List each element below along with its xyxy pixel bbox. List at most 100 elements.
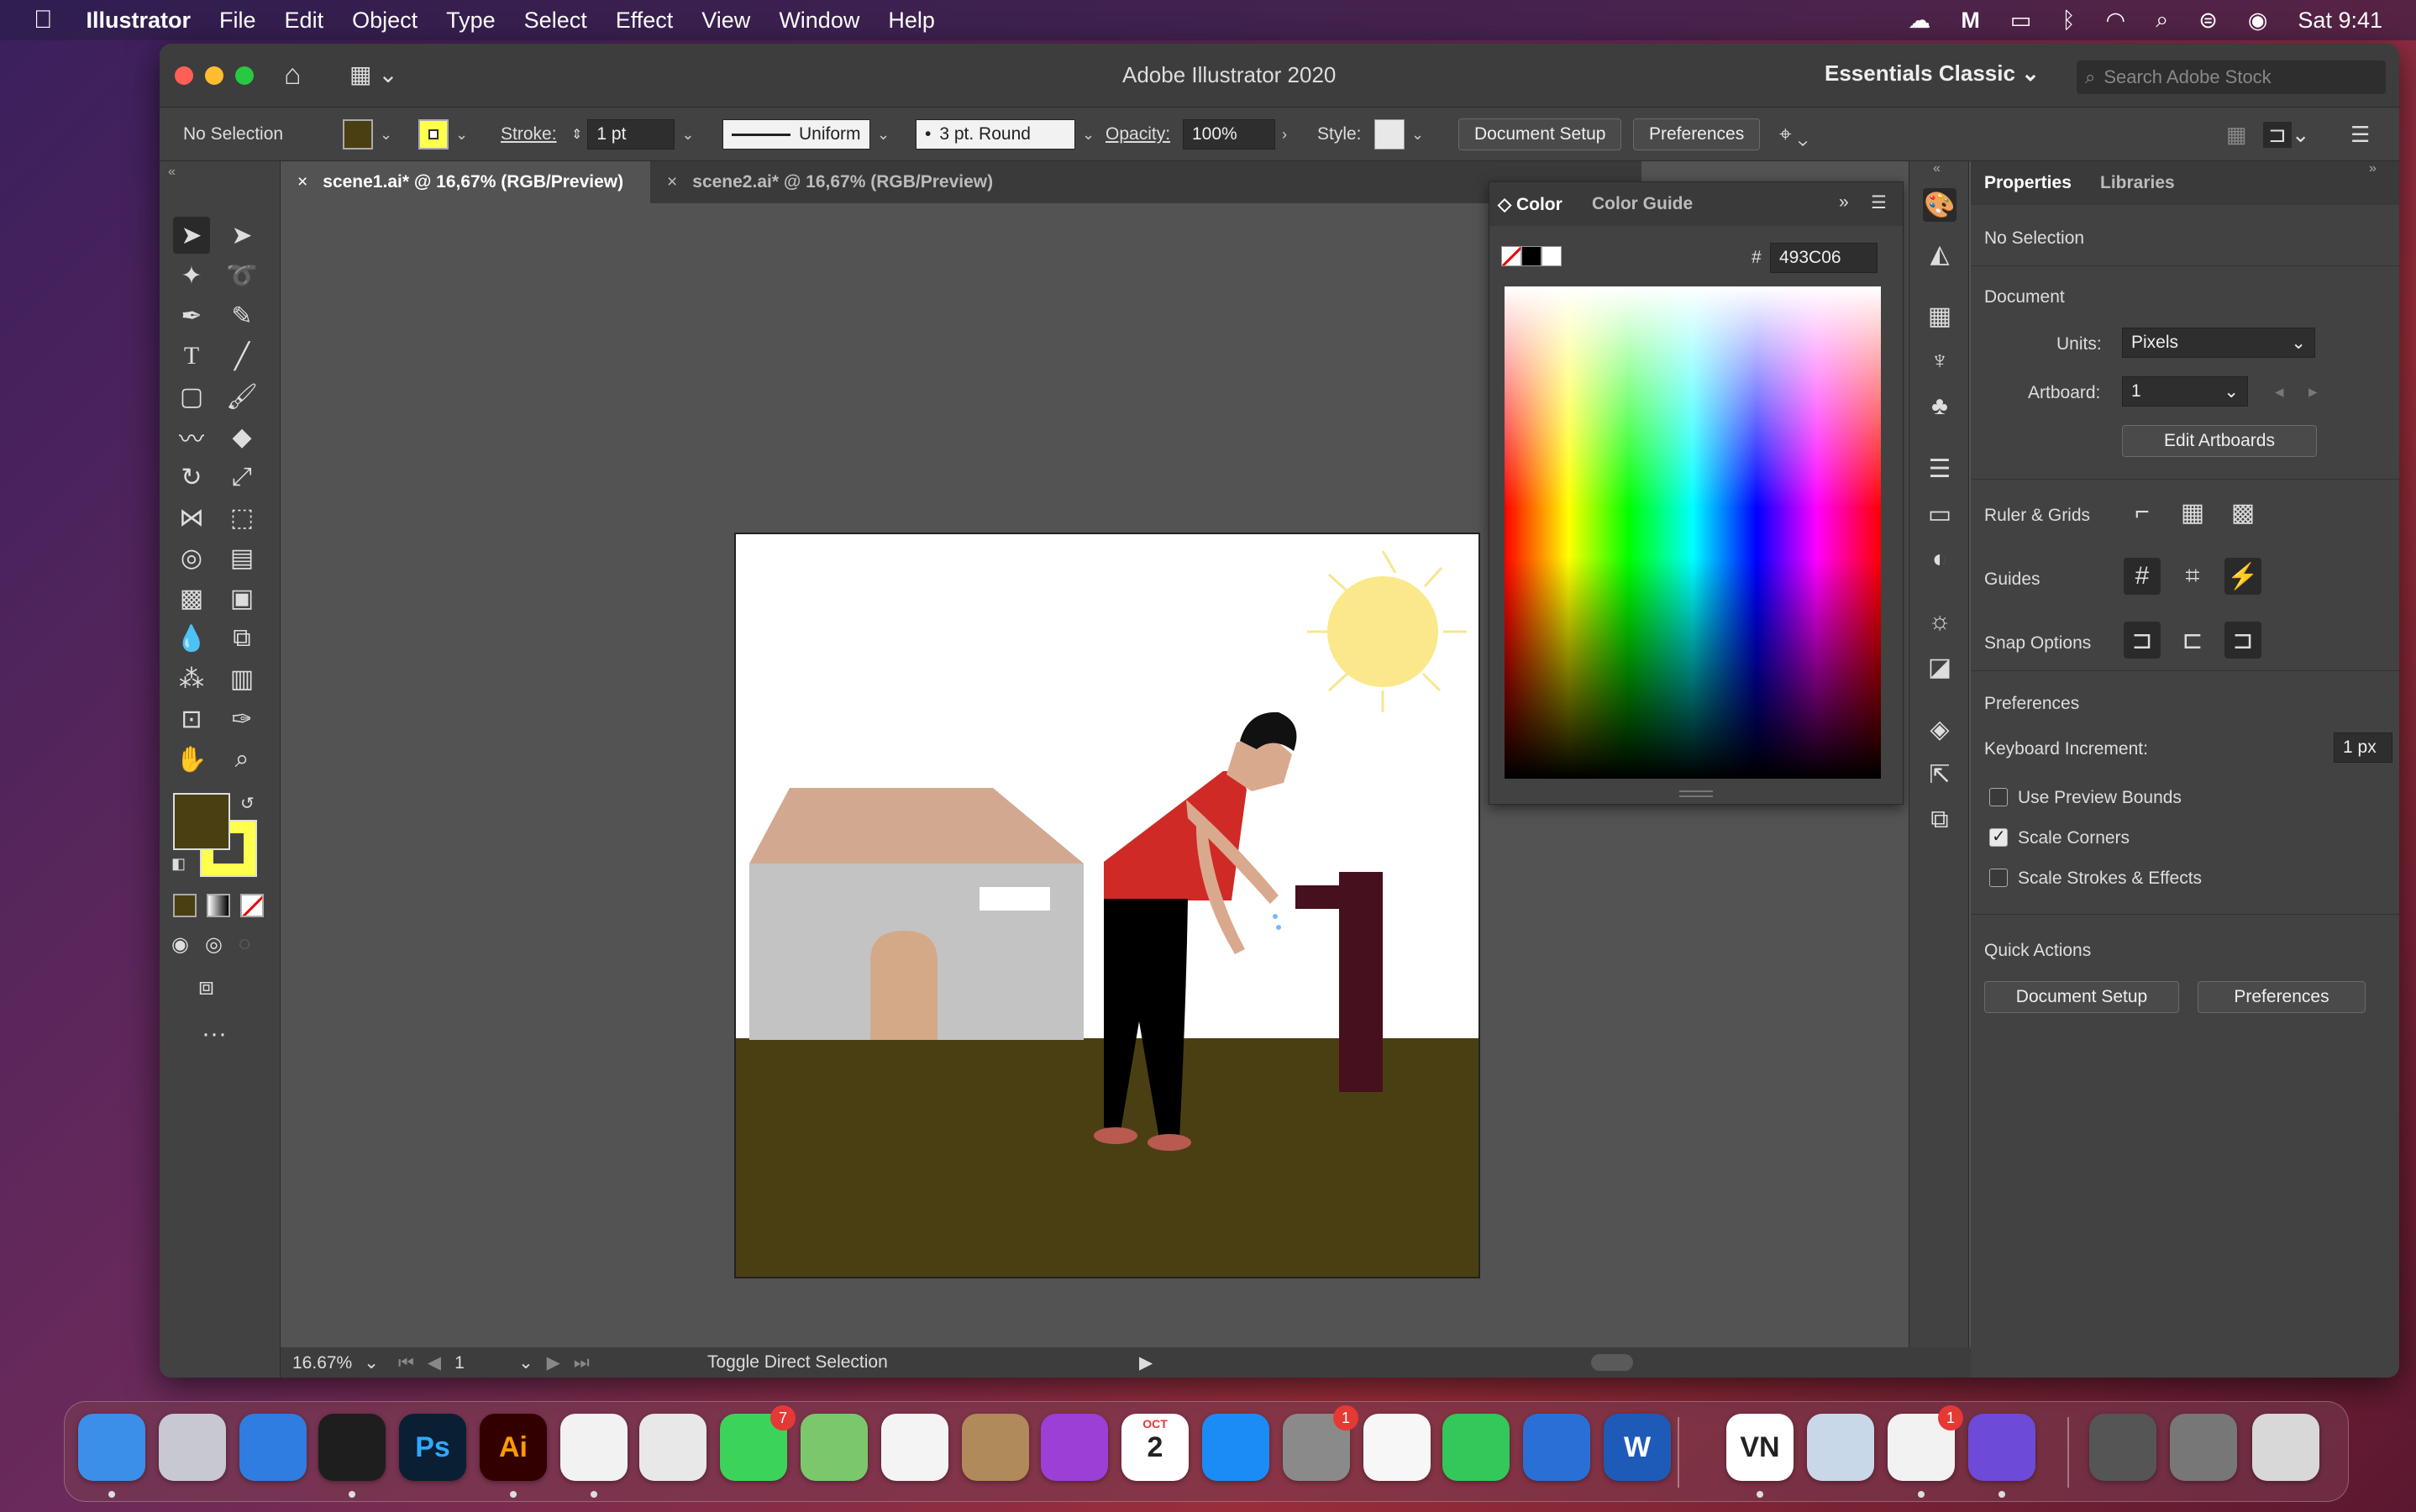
wifi-icon[interactable]: ◠ xyxy=(2106,8,2126,34)
chevron-down-icon[interactable]: ⌄ xyxy=(1082,126,1095,144)
gradient-tool-icon[interactable]: ▣ xyxy=(223,580,260,617)
chevron-down-icon[interactable]: ⌄ xyxy=(681,126,694,144)
close-window-button[interactable] xyxy=(175,66,193,85)
menu-type[interactable]: Type xyxy=(446,8,496,34)
previous-artboard-icon[interactable]: ◂ xyxy=(2275,381,2284,402)
zoom-value[interactable]: 16.67% xyxy=(292,1353,352,1373)
blender-app-icon[interactable] xyxy=(639,1414,706,1481)
apple-icon[interactable]:  xyxy=(34,6,53,34)
shape-builder-tool-icon[interactable]: ◎ xyxy=(173,539,210,576)
expand-panel-icon[interactable]: » xyxy=(2369,161,2377,176)
fill-swatch-control[interactable]: ⌄ xyxy=(343,118,399,151)
first-artboard-icon[interactable]: ⏮ xyxy=(398,1353,414,1373)
battery-icon[interactable]: ▭ xyxy=(2010,8,2032,34)
chrome-app-icon[interactable] xyxy=(560,1414,628,1481)
brush-definition[interactable]: • 3 pt. Round ⌄ xyxy=(916,118,1101,151)
preferences-button[interactable]: Preferences xyxy=(1633,118,1761,150)
zoom-tool-icon[interactable]: ⌕ xyxy=(223,741,260,778)
color-panel-icon[interactable]: 🎨 xyxy=(1923,188,1956,222)
line-segment-tool-icon[interactable]: ╱ xyxy=(223,338,260,375)
ruler-icon[interactable]: ⌐ xyxy=(2124,494,2161,531)
next-artboard-icon[interactable]: ▶ xyxy=(547,1352,560,1373)
color-guide-icon[interactable]: ◭ xyxy=(1923,237,1956,270)
previous-artboard-icon[interactable]: ◀ xyxy=(428,1352,441,1373)
illustrator-app-icon[interactable]: Ai xyxy=(480,1414,547,1481)
contacts-app-icon[interactable] xyxy=(962,1414,1029,1481)
stroke-weight-field[interactable]: ⇕ 1 pt ⌄ xyxy=(571,118,701,151)
zoom-level[interactable]: 16.67% ⌄ xyxy=(292,1352,379,1373)
menu-window[interactable]: Window xyxy=(779,8,859,34)
stroke-icon[interactable]: ☰ xyxy=(1923,452,1956,486)
none-swatch[interactable] xyxy=(1501,246,1521,266)
menu-select[interactable]: Select xyxy=(524,8,587,34)
stroke-swatch-control[interactable]: ⌄ xyxy=(418,118,475,151)
menu-effect[interactable]: Effect xyxy=(616,8,674,34)
collapse-icon[interactable]: « xyxy=(168,165,176,180)
magic-wand-tool-icon[interactable]: ✦ xyxy=(173,257,210,294)
units-select[interactable]: Pixels ⌄ xyxy=(2122,328,2315,358)
edit-artboards-button[interactable]: Edit Artboards xyxy=(2122,425,2317,457)
microsoft-office-app-icon[interactable]: 1 xyxy=(1888,1405,1963,1481)
tab-properties[interactable]: Properties xyxy=(1984,173,2072,193)
close-tab-icon[interactable]: × xyxy=(667,172,677,192)
close-tab-icon[interactable]: × xyxy=(297,172,307,192)
graphic-styles-icon[interactable]: ◪ xyxy=(1923,650,1956,684)
blend-tool-icon[interactable]: ⧉ xyxy=(223,620,260,657)
chevron-down-icon[interactable]: ⌄ xyxy=(518,1352,533,1373)
next-artboard-icon[interactable]: ▸ xyxy=(2308,381,2318,402)
trash-app-icon[interactable] xyxy=(2252,1414,2319,1481)
stroke-label[interactable]: Stroke: xyxy=(501,118,557,151)
menu-file[interactable]: File xyxy=(219,8,256,34)
chevron-down-icon[interactable]: ⌄ xyxy=(364,1352,379,1373)
photos-app-icon[interactable] xyxy=(881,1414,948,1481)
export-icon[interactable]: ⇱ xyxy=(1923,758,1956,791)
use-preview-bounds-checkbox[interactable] xyxy=(1989,788,2008,806)
calendar-app-icon[interactable]: OCT 2 xyxy=(1121,1414,1189,1481)
quicktime-app-icon[interactable] xyxy=(1523,1414,1590,1481)
minimize-window-button[interactable] xyxy=(205,66,223,85)
opacity-input[interactable]: 100% xyxy=(1183,119,1275,150)
chevron-right-icon[interactable]: › xyxy=(1282,126,1287,144)
opacity-field[interactable]: 100% › xyxy=(1183,118,1294,151)
symbols-icon[interactable]: ♣ xyxy=(1923,390,1956,423)
adobe-stock-search[interactable]: ⌕ Search Adobe Stock xyxy=(2077,60,2386,94)
menu-object[interactable]: Object xyxy=(352,8,418,34)
draw-normal-icon[interactable]: ◉ xyxy=(171,932,189,957)
collapse-panel-icon[interactable]: » xyxy=(1839,192,1849,213)
artboard-navigation[interactable]: ⏮ ◀ 1 ⌄ ▶ ⏭ xyxy=(398,1352,590,1373)
document-setup-button[interactable]: Document Setup xyxy=(1458,118,1622,150)
vn-app-icon[interactable]: VN xyxy=(1726,1414,1794,1481)
quick-document-setup-button[interactable]: Document Setup xyxy=(1984,981,2179,1013)
horizontal-scrollbar[interactable] xyxy=(1171,1354,2045,1371)
perspective-grid-tool-icon[interactable]: ▤ xyxy=(223,539,260,576)
fill-color-box[interactable] xyxy=(173,793,230,850)
workspace-switcher[interactable]: Essentials Classic ⌄ xyxy=(1825,60,2040,87)
launchpad-app-icon[interactable] xyxy=(159,1414,226,1481)
chevron-down-icon[interactable]: ⌄ xyxy=(1411,126,1424,144)
podcasts-app-icon[interactable] xyxy=(1041,1414,1108,1481)
draw-inside-icon[interactable]: ◌ xyxy=(239,932,250,956)
artboards-icon[interactable]: ⧉ xyxy=(1923,803,1956,837)
color-mode-icon[interactable] xyxy=(173,894,197,917)
appearance-icon[interactable]: ☼ xyxy=(1923,605,1956,638)
control-center-icon[interactable]: ⊜ xyxy=(2198,8,2218,34)
scale-corners-checkbox[interactable]: ✓ xyxy=(1989,827,2008,847)
artboard[interactable] xyxy=(734,533,1480,1278)
tab-color-guide[interactable]: Color Guide xyxy=(1592,194,1693,214)
slice-tool-icon[interactable]: ✑ xyxy=(223,701,260,738)
swatches-icon[interactable]: ▦ xyxy=(1923,299,1956,333)
tab-color[interactable]: ◇ Color xyxy=(1498,194,1563,215)
default-fill-stroke-icon[interactable]: ◧ xyxy=(171,855,186,873)
menu-view[interactable]: View xyxy=(701,8,750,34)
hand-tool-icon[interactable]: ✋ xyxy=(173,741,210,778)
snap-to-point-icon[interactable]: ⊐ xyxy=(2124,622,2161,659)
lasso-tool-icon[interactable]: ➰ xyxy=(223,257,260,294)
menu-app-name[interactable]: Illustrator xyxy=(87,8,192,34)
smart-guides-icon[interactable]: ⚡ xyxy=(2224,558,2261,595)
column-graph-tool-icon[interactable]: ▥ xyxy=(223,660,260,697)
messages-app-icon[interactable]: 7 xyxy=(720,1405,796,1481)
free-transform-tool-icon[interactable]: ⬚ xyxy=(223,499,260,536)
figma-app-icon[interactable] xyxy=(318,1414,386,1481)
safari-app-icon[interactable] xyxy=(239,1414,307,1481)
swap-fill-stroke-icon[interactable]: ↺ xyxy=(240,793,255,814)
